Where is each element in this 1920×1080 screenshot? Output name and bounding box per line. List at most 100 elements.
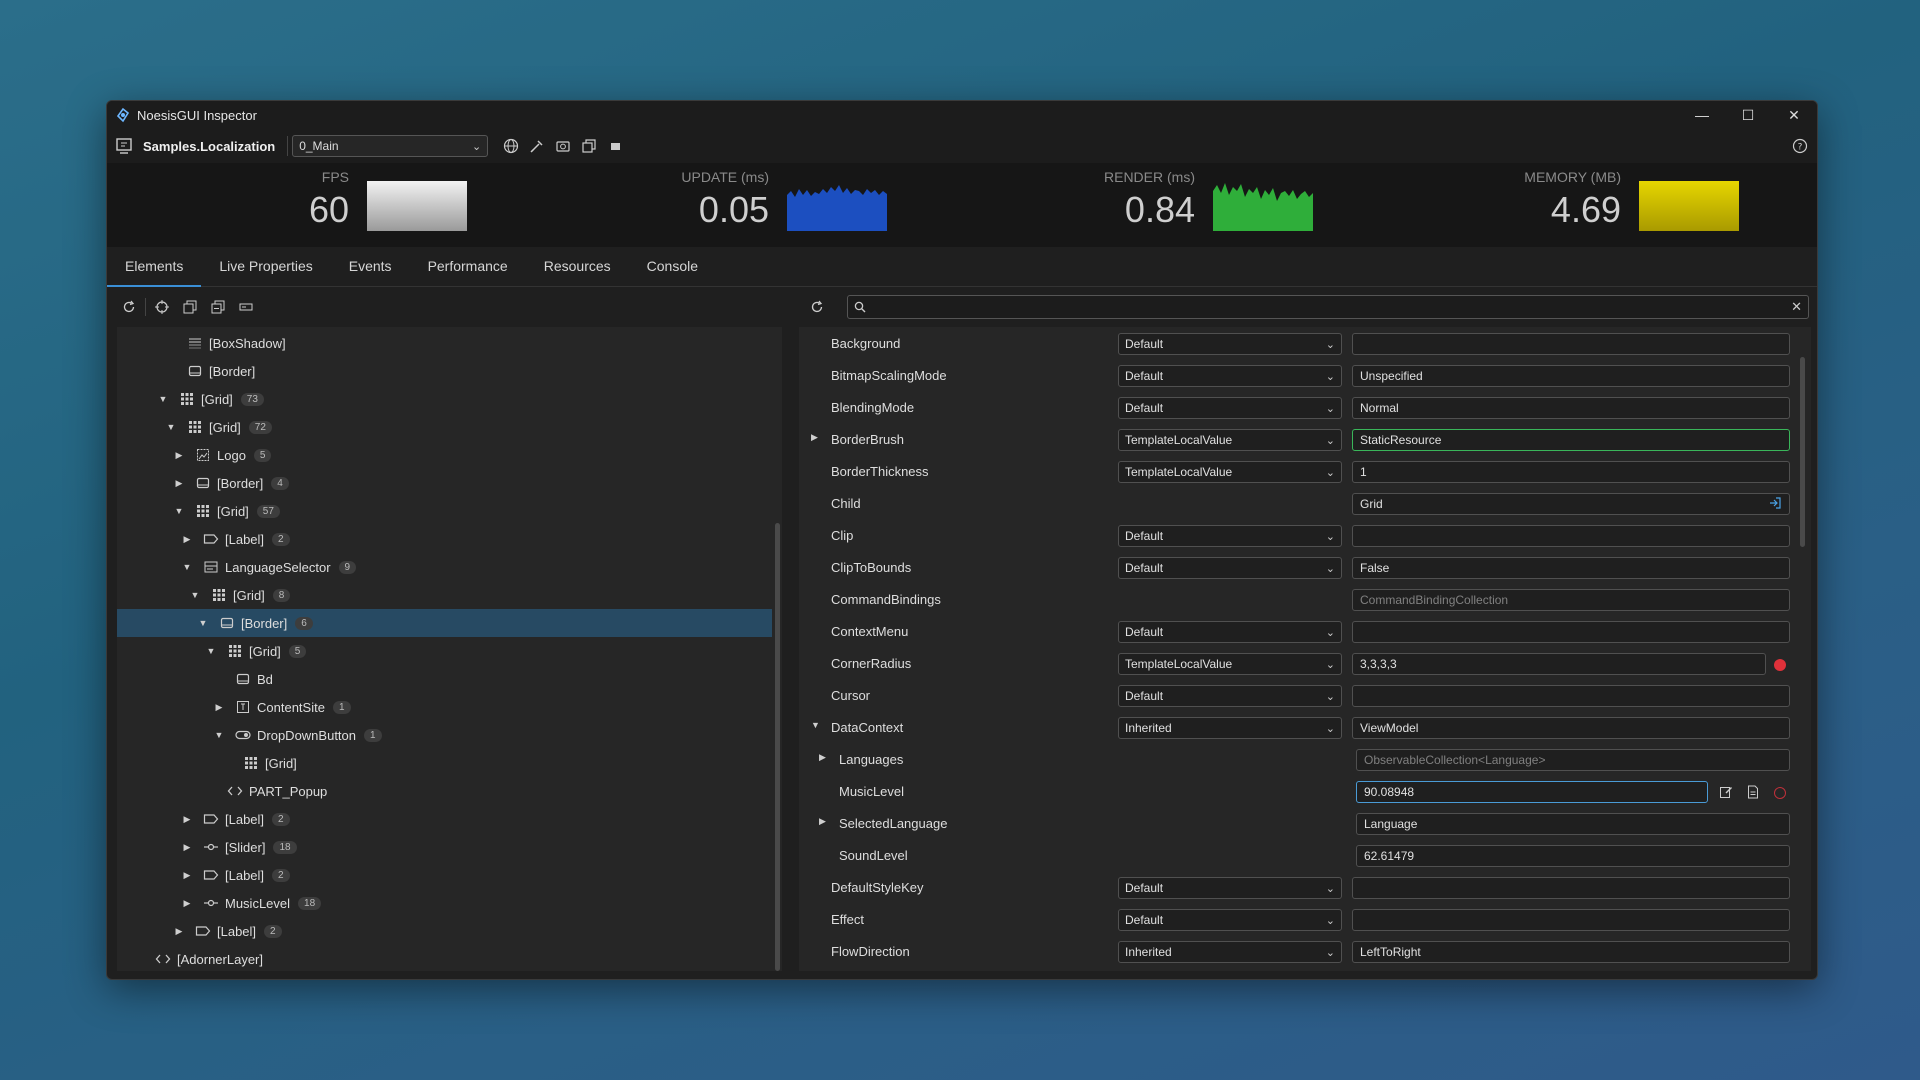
expand-arrow-icon[interactable]: ▶ [173, 926, 185, 937]
collapse-all-icon[interactable] [209, 298, 227, 316]
stop-icon[interactable] [606, 137, 624, 155]
tree-node[interactable]: ▼ [Grid] 5 [117, 637, 772, 665]
property-value-field[interactable]: Normal [1352, 397, 1790, 419]
tree-node[interactable]: ▼ LanguageSelector 9 [117, 553, 772, 581]
property-value-field[interactable]: Language [1356, 813, 1790, 835]
adorner-icon[interactable] [237, 298, 255, 316]
value-source-dropdown[interactable]: Default ⌄ [1118, 909, 1342, 931]
close-button[interactable]: ✕ [1771, 101, 1817, 129]
value-source-dropdown[interactable]: Default ⌄ [1118, 685, 1342, 707]
property-value-field[interactable] [1352, 525, 1790, 547]
globe-icon[interactable] [502, 137, 520, 155]
eyedropper-icon[interactable] [528, 137, 546, 155]
value-source-dropdown[interactable]: Default ⌄ [1118, 621, 1342, 643]
expand-arrow-icon[interactable]: ▶ [181, 842, 193, 853]
help-icon[interactable]: ? [1791, 137, 1809, 155]
tree-node[interactable]: Bd [117, 665, 772, 693]
tree-node[interactable]: ▼ DropDownButton 1 [117, 721, 772, 749]
search-input[interactable] [872, 300, 1792, 314]
value-source-dropdown[interactable]: TemplateLocalValue ⌄ [1118, 653, 1342, 675]
value-source-dropdown[interactable]: Default ⌄ [1118, 397, 1342, 419]
property-value-field[interactable] [1352, 621, 1790, 643]
tree-node[interactable]: [AdornerLayer] [117, 945, 772, 971]
tab-console[interactable]: Console [629, 246, 716, 286]
property-value-field[interactable]: 90.08948 [1356, 781, 1708, 803]
property-value-field[interactable] [1352, 333, 1790, 355]
tree-node[interactable]: ▶ [Slider] 18 [117, 833, 772, 861]
property-value-field[interactable] [1352, 685, 1790, 707]
camera-icon[interactable] [554, 137, 572, 155]
refresh-icon[interactable] [120, 298, 138, 316]
property-value-field[interactable]: 3,3,3,3 [1352, 653, 1766, 675]
property-value-field[interactable]: LeftToRight [1352, 941, 1790, 963]
tree-node[interactable]: [Grid] [117, 749, 772, 777]
refresh-properties-icon[interactable] [808, 298, 826, 316]
property-value-field[interactable]: 62.61479 [1356, 845, 1790, 867]
collapse-arrow-icon[interactable]: ▼ [197, 618, 209, 628]
property-value-field[interactable]: StaticResource [1352, 429, 1790, 451]
value-source-dropdown[interactable]: TemplateLocalValue ⌄ [1118, 429, 1342, 451]
crosshair-icon[interactable] [153, 298, 171, 316]
tree-node[interactable]: ▶ ContentSite 1 [117, 693, 772, 721]
tree-node[interactable]: ▶ Logo 5 [117, 441, 772, 469]
connection-icon[interactable] [115, 137, 133, 155]
value-source-dropdown[interactable]: Default ⌄ [1118, 365, 1342, 387]
tree-node[interactable]: ▶ MusicLevel 18 [117, 889, 772, 917]
property-value-field[interactable]: ViewModel [1352, 717, 1790, 739]
property-value-field[interactable]: 1 [1352, 461, 1790, 483]
tab-elements[interactable]: Elements [107, 246, 202, 287]
expand-arrow-icon[interactable]: ▶ [173, 450, 185, 461]
tree-scrollbar[interactable] [775, 523, 780, 971]
expand-arrow-icon[interactable]: ▶ [181, 534, 193, 545]
tree-node[interactable]: ▼ [Grid] 72 [117, 413, 772, 441]
tree-node[interactable]: [BoxShadow] [117, 329, 772, 357]
tree-node[interactable]: ▼ [Grid] 57 [117, 497, 772, 525]
expand-arrow-icon[interactable]: ▶ [819, 752, 826, 763]
tab-events[interactable]: Events [331, 246, 410, 286]
value-source-dropdown[interactable]: Inherited ⌄ [1118, 941, 1342, 963]
value-source-dropdown[interactable]: Default ⌄ [1118, 525, 1342, 547]
expand-arrow-icon[interactable]: ▶ [819, 816, 826, 827]
collapse-arrow-icon[interactable]: ▼ [213, 730, 225, 740]
view-dropdown[interactable]: 0_Main ⌄ [292, 135, 489, 157]
expand-arrow-icon[interactable]: ▶ [213, 702, 225, 713]
value-source-dropdown[interactable]: Default ⌄ [1118, 333, 1342, 355]
value-source-dropdown[interactable]: Default ⌄ [1118, 877, 1342, 899]
expand-arrow-icon[interactable]: ▶ [181, 814, 193, 825]
property-value-field[interactable]: ObservableCollection<Language> [1356, 749, 1790, 771]
tree-node[interactable]: ▶ [Label] 2 [117, 861, 772, 889]
tree-node[interactable]: ▶ [Border] 4 [117, 469, 772, 497]
tree-node[interactable]: ▼ [Border] 6 [117, 609, 772, 637]
value-source-dropdown[interactable]: Inherited ⌄ [1118, 717, 1342, 739]
tab-performance[interactable]: Performance [410, 246, 526, 286]
clear-value-indicator[interactable] [1774, 787, 1786, 799]
collapse-arrow-icon[interactable]: ▼ [173, 506, 185, 516]
collapse-arrow-icon[interactable]: ▼ [165, 422, 177, 432]
collapse-arrow-icon[interactable]: ▼ [157, 394, 169, 404]
tab-resources[interactable]: Resources [526, 246, 629, 286]
tree-node[interactable]: ▶ [Label] 2 [117, 917, 772, 945]
expand-arrow-icon[interactable]: ▶ [181, 898, 193, 909]
tree-node[interactable]: ▼ [Grid] 73 [117, 385, 772, 413]
tree-node[interactable]: ▶ [Label] 2 [117, 525, 772, 553]
navigate-to-icon[interactable] [1768, 496, 1782, 513]
property-search[interactable]: ✕ [847, 295, 1809, 319]
property-value-field[interactable]: False [1352, 557, 1790, 579]
property-value-field[interactable]: CommandBindingCollection [1352, 589, 1790, 611]
collapse-arrow-icon[interactable]: ▼ [205, 646, 217, 656]
tree-node[interactable]: ▼ [Grid] 8 [117, 581, 772, 609]
property-value-field[interactable]: Grid [1352, 493, 1790, 515]
document-icon[interactable] [1747, 785, 1759, 804]
property-value-field[interactable] [1352, 877, 1790, 899]
clear-search-icon[interactable]: ✕ [1791, 299, 1802, 315]
minimize-button[interactable]: — [1679, 101, 1725, 129]
tree-node[interactable]: PART_Popup [117, 777, 772, 805]
expand-arrow-icon[interactable]: ▶ [173, 478, 185, 489]
value-source-dropdown[interactable]: Default ⌄ [1118, 557, 1342, 579]
tree-node[interactable]: ▶ [Label] 2 [117, 805, 772, 833]
expand-arrow-icon[interactable]: ▶ [811, 432, 818, 443]
collapse-arrow-icon[interactable]: ▼ [189, 590, 201, 600]
local-value-indicator[interactable] [1774, 659, 1786, 671]
property-value-field[interactable] [1352, 909, 1790, 931]
edit-icon[interactable] [1719, 785, 1733, 804]
